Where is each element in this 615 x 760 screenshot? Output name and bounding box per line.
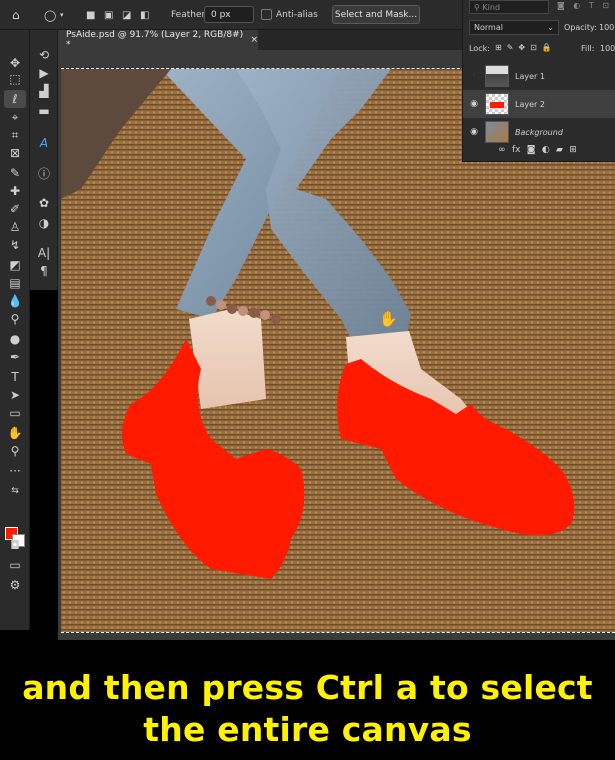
eyedropper-tool-icon[interactable]: ✎: [4, 164, 26, 182]
type-tool-icon[interactable]: T: [4, 368, 26, 386]
lock-icons[interactable]: ⊞✎✥⊡🔒: [495, 43, 557, 52]
history-brush-tool-icon[interactable]: ↯: [4, 236, 26, 254]
opacity-label: Opacity:: [564, 23, 597, 32]
caption-line-2: the entire canvas: [143, 710, 472, 749]
info-icon[interactable]: ⓘ: [33, 164, 55, 182]
marquee-tool-icon[interactable]: ⬚: [4, 70, 26, 88]
adjustment-circle-icon[interactable]: ◑: [33, 214, 55, 232]
home-icon[interactable]: ⌂: [12, 0, 20, 30]
document-tab[interactable]: PsAide.psd @ 91.7% (Layer 2, RGB/8#) * ×: [58, 30, 258, 50]
actions-play-icon[interactable]: ▶: [33, 64, 55, 82]
history-icon[interactable]: ⟲: [33, 46, 55, 64]
feather-input[interactable]: 0 px: [204, 6, 254, 23]
zoom-tool-icon[interactable]: ⚲: [4, 442, 26, 460]
dodge-tool-icon[interactable]: ⚲: [4, 310, 26, 328]
layers-panel-footer: ∞ fx ◙ ◐ ▰ ⊞: [463, 140, 615, 160]
character-icon[interactable]: A|: [33, 244, 55, 262]
lock-label: Lock:: [469, 44, 490, 53]
dodge-burn-tool-icon[interactable]: ●: [4, 330, 26, 348]
search-icon: ⚲: [474, 2, 483, 12]
quick-mask-icon[interactable]: ◘: [4, 536, 26, 554]
adjustments-icon[interactable]: ▟: [33, 82, 55, 100]
layer-row-layer-1[interactable]: · Layer 1: [463, 62, 615, 90]
paragraph-icon[interactable]: ¶: [33, 262, 55, 280]
close-icon[interactable]: ×: [250, 35, 258, 45]
layer-filter-kind[interactable]: ⚲ Kind: [469, 0, 549, 14]
side-panel-dock: ⟲ ▶ ▟ ▬ 𝘈 ⓘ ✿ ◑ A| ¶: [30, 30, 58, 290]
svg-text:✋: ✋: [379, 310, 398, 328]
mask-icon[interactable]: ◙: [527, 145, 536, 155]
layer-thumbnail: [485, 65, 509, 87]
new-selection-icon[interactable]: ■: [86, 0, 95, 30]
lasso-tool-icon[interactable]: ℓ: [4, 90, 26, 108]
subtitle-caption: and then press Ctrl a to select the enti…: [0, 640, 615, 760]
clone-stamp-tool-icon[interactable]: ♙: [4, 218, 26, 236]
eye-icon[interactable]: ◉: [463, 99, 485, 109]
feather-label: Feather:: [171, 10, 209, 20]
layer-row-layer-2[interactable]: ◉ Layer 2: [463, 90, 615, 118]
healing-brush-tool-icon[interactable]: ✚: [4, 182, 26, 200]
brush-tool-icon[interactable]: ✐: [4, 200, 26, 218]
eye-icon[interactable]: ◉: [463, 127, 485, 137]
blend-mode-select[interactable]: Normal ⌄: [469, 20, 559, 35]
rectangle-tool-icon[interactable]: ▭: [4, 404, 26, 422]
crop-tool-icon[interactable]: ⌗: [4, 126, 26, 144]
lasso-tool-icon[interactable]: ◯: [44, 0, 56, 30]
layer-name: Layer 1: [515, 71, 545, 81]
opacity-value[interactable]: 100: [599, 23, 614, 32]
select-and-mask-button[interactable]: Select and Mask...: [332, 5, 420, 24]
quick-select-tool-icon[interactable]: ⌖: [4, 108, 26, 126]
ai-assistant-icon[interactable]: 𝘈: [33, 134, 55, 152]
tools-panel: ✥ ⬚ ℓ ⌖ ⌗ ⊠ ✎ ✚ ✐ ♙ ↯ ◩ ▤ 💧 ⚲ ● ✒ T ➤ ▭ …: [0, 30, 30, 630]
pen-tool-icon[interactable]: ✒: [4, 348, 26, 366]
filter-icons[interactable]: ◙ ◐ T ⊡: [557, 1, 612, 10]
comments-icon[interactable]: ▬: [33, 102, 55, 120]
chevron-down-icon: ⌄: [547, 23, 554, 32]
document-tab-title: PsAide.psd @ 91.7% (Layer 2, RGB/8#) *: [66, 30, 244, 50]
add-selection-icon[interactable]: ▣: [104, 0, 113, 30]
layer-name: Layer 2: [515, 99, 545, 109]
layers-panel: ⚲ Kind ◙ ◐ T ⊡ Normal ⌄ Opacity: 100 Lock…: [462, 0, 615, 162]
frame-tool-icon[interactable]: ⊠: [4, 144, 26, 162]
gradient-tool-icon[interactable]: ▤: [4, 274, 26, 292]
anti-alias-label: Anti-alias: [276, 10, 318, 20]
fill-value[interactable]: 100: [600, 44, 615, 53]
more-tools-icon[interactable]: ···: [4, 462, 26, 480]
swap-colors-icon[interactable]: ⇆: [4, 482, 26, 500]
fill-label: Fill:: [581, 44, 595, 53]
adjustment-layer-icon[interactable]: ◐: [542, 145, 550, 155]
caption-line-1: and then press Ctrl a to select: [22, 668, 593, 707]
layer-name: Background: [515, 127, 563, 137]
chevron-down-icon[interactable]: ▾: [60, 0, 64, 30]
visibility-off-icon[interactable]: ·: [463, 71, 485, 81]
color-palette-icon[interactable]: ✿: [33, 194, 55, 212]
blur-tool-icon[interactable]: 💧: [4, 292, 26, 310]
hand-tool-icon[interactable]: ✋: [4, 424, 26, 442]
link-icon[interactable]: ∞: [498, 145, 506, 155]
new-layer-icon[interactable]: ⊞: [569, 145, 577, 155]
fx-icon[interactable]: fx: [512, 145, 521, 155]
folder-icon[interactable]: ▰: [556, 145, 563, 155]
path-selection-tool-icon[interactable]: ➤: [4, 386, 26, 404]
intersect-selection-icon[interactable]: ◧: [140, 0, 149, 30]
eraser-tool-icon[interactable]: ◩: [4, 256, 26, 274]
screen-mode-icon[interactable]: ▭: [4, 556, 26, 574]
subtract-selection-icon[interactable]: ◪: [122, 0, 131, 30]
edit-toolbar-icon[interactable]: ⚙: [4, 576, 26, 594]
anti-alias-checkbox[interactable]: [261, 9, 272, 20]
layer-thumbnail: [485, 93, 509, 115]
